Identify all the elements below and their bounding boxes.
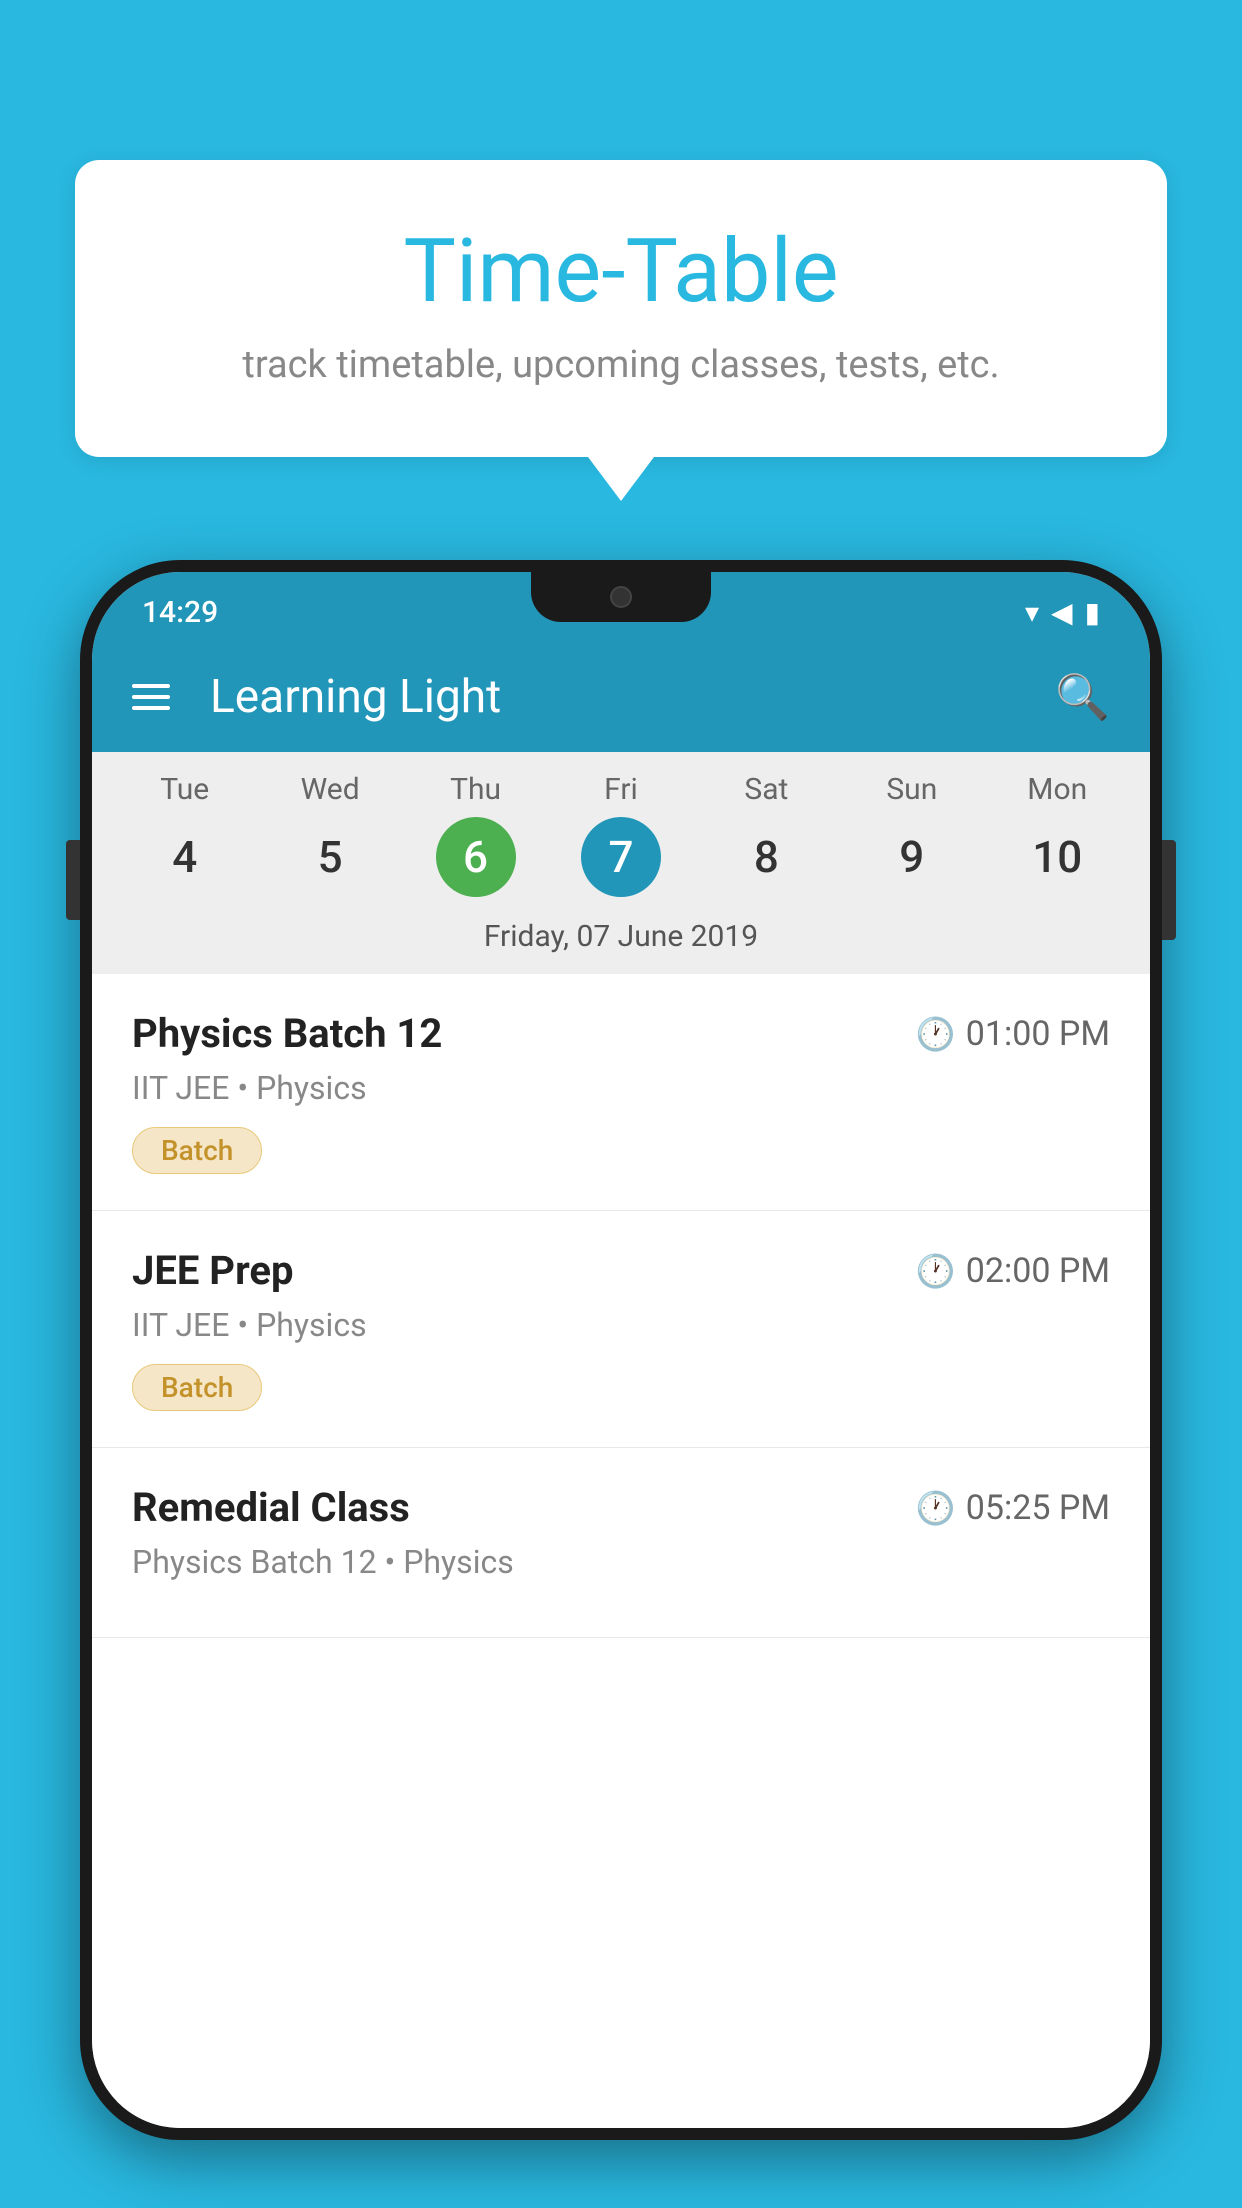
signal-icon: ◀	[1051, 596, 1073, 629]
day-name-label: Sat	[744, 772, 788, 807]
day-name-label: Wed	[301, 772, 360, 807]
schedule-item-time: 🕐 05:25 PM	[916, 1488, 1110, 1528]
day-number: 10	[1017, 817, 1097, 897]
schedule-item-0[interactable]: Physics Batch 12 🕐 01:00 PM IIT JEE • Phys…	[92, 974, 1150, 1211]
selected-date-label: Friday, 07 June 2019	[92, 907, 1150, 974]
schedule-item-1[interactable]: JEE Prep 🕐 02:00 PM IIT JEE • Physics Batch	[92, 1211, 1150, 1448]
batch-badge: Batch	[132, 1364, 262, 1411]
clock-icon: 🕐	[916, 1015, 956, 1053]
schedule-item-header: JEE Prep 🕐 02:00 PM	[132, 1247, 1110, 1294]
side-button-left	[66, 840, 80, 920]
camera	[610, 586, 632, 608]
app-bar: Learning Light 🔍	[92, 642, 1150, 752]
bubble-subtitle: track timetable, upcoming classes, tests…	[155, 343, 1087, 387]
schedule-item-header: Remedial Class 🕐 05:25 PM	[132, 1484, 1110, 1531]
day-name-label: Fri	[604, 772, 638, 807]
app-title: Learning Light	[210, 670, 1015, 724]
schedule-item-name: Remedial Class	[132, 1484, 410, 1531]
wifi-icon: ▾	[1025, 596, 1039, 629]
schedule-item-time: 🕐 01:00 PM	[916, 1014, 1110, 1054]
day-name-label: Sun	[886, 772, 937, 807]
schedule-list: Physics Batch 12 🕐 01:00 PM IIT JEE • Phys…	[92, 974, 1150, 2128]
day-number: 9	[872, 817, 952, 897]
battery-icon: ▮	[1085, 596, 1100, 629]
status-time: 14:29	[142, 595, 218, 630]
side-button-right	[1162, 840, 1176, 940]
day-number: 7	[581, 817, 661, 897]
calendar-day-thu[interactable]: Thu 6	[416, 772, 536, 897]
calendar-day-sun[interactable]: Sun 9	[852, 772, 972, 897]
day-number: 8	[726, 817, 806, 897]
phone-screen: 14:29 ▾ ◀ ▮ Learning Light 🔍 Tue	[92, 572, 1150, 2128]
calendar-day-mon[interactable]: Mon 10	[997, 772, 1117, 897]
schedule-item-subtitle: IIT JEE • Physics	[132, 1306, 1110, 1344]
calendar-strip: Tue 4 Wed 5 Thu 6 Fri 7 Sat 8 Sun 9 Mon 10 Friday, 07…	[92, 752, 1150, 974]
calendar-day-sat[interactable]: Sat 8	[706, 772, 826, 897]
schedule-item-2[interactable]: Remedial Class 🕐 05:25 PM Physics Batch 12…	[92, 1448, 1150, 1638]
day-name-label: Thu	[450, 772, 501, 807]
schedule-item-time: 🕐 02:00 PM	[916, 1251, 1110, 1291]
schedule-item-header: Physics Batch 12 🕐 01:00 PM	[132, 1010, 1110, 1057]
clock-icon: 🕐	[916, 1489, 956, 1527]
day-name-label: Tue	[160, 772, 209, 807]
hamburger-menu-icon[interactable]	[132, 684, 170, 710]
day-number: 6	[436, 817, 516, 897]
calendar-day-fri[interactable]: Fri 7	[561, 772, 681, 897]
schedule-item-subtitle: IIT JEE • Physics	[132, 1069, 1110, 1107]
schedule-item-name: JEE Prep	[132, 1247, 293, 1294]
days-row: Tue 4 Wed 5 Thu 6 Fri 7 Sat 8 Sun 9 Mon 10	[92, 772, 1150, 897]
bubble-title: Time-Table	[155, 220, 1087, 323]
calendar-day-tue[interactable]: Tue 4	[125, 772, 245, 897]
status-icons: ▾ ◀ ▮	[1025, 596, 1100, 629]
phone-container: 14:29 ▾ ◀ ▮ Learning Light 🔍 Tue	[80, 560, 1162, 2208]
search-icon[interactable]: 🔍	[1055, 671, 1110, 723]
speech-bubble: Time-Table track timetable, upcoming cla…	[75, 160, 1167, 457]
schedule-item-name: Physics Batch 12	[132, 1010, 442, 1057]
phone-body: 14:29 ▾ ◀ ▮ Learning Light 🔍 Tue	[80, 560, 1162, 2140]
calendar-day-wed[interactable]: Wed 5	[270, 772, 390, 897]
day-number: 5	[290, 817, 370, 897]
day-number: 4	[145, 817, 225, 897]
day-name-label: Mon	[1027, 772, 1087, 807]
batch-badge: Batch	[132, 1127, 262, 1174]
clock-icon: 🕐	[916, 1252, 956, 1290]
schedule-item-subtitle: Physics Batch 12 • Physics	[132, 1543, 1110, 1581]
phone-notch	[531, 572, 711, 622]
